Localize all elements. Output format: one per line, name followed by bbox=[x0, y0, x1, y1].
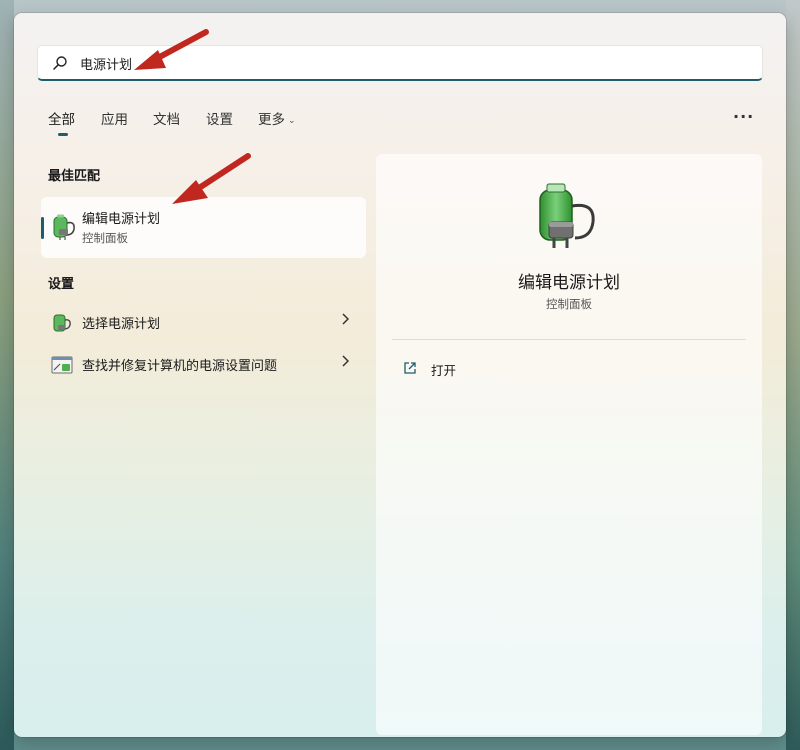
settings-result-label: 选择电源计划 bbox=[82, 317, 161, 332]
active-tab-indicator bbox=[58, 133, 68, 136]
detail-divider bbox=[392, 339, 746, 340]
troubleshoot-icon bbox=[51, 356, 73, 374]
settings-result-label: 查找并修复计算机的电源设置问题 bbox=[82, 359, 278, 374]
best-match-result[interactable]: 编辑电源计划 控制面板 bbox=[41, 197, 366, 258]
more-options-button[interactable]: ··· bbox=[733, 107, 754, 126]
detail-subtitle: 控制面板 bbox=[546, 297, 592, 311]
selection-indicator bbox=[41, 217, 44, 239]
desktop-background-left bbox=[0, 0, 14, 750]
best-match-heading: 最佳匹配 bbox=[48, 169, 101, 184]
settings-heading: 设置 bbox=[48, 277, 75, 292]
search-query-text: 电源计划 bbox=[80, 58, 133, 73]
tab-all[interactable]: 全部 bbox=[48, 108, 75, 128]
chevron-down-icon: ⌄ bbox=[288, 116, 296, 126]
open-external-icon bbox=[404, 362, 416, 374]
battery-plug-icon bbox=[53, 314, 71, 332]
best-match-subtitle: 控制面板 bbox=[82, 231, 128, 245]
detail-title: 编辑电源计划 bbox=[518, 273, 620, 293]
settings-result-troubleshoot-power[interactable]: 查找并修复计算机的电源设置问题 bbox=[41, 345, 366, 383]
open-action-label: 打开 bbox=[431, 363, 457, 378]
battery-plug-icon bbox=[53, 214, 75, 240]
search-icon bbox=[53, 56, 67, 70]
chevron-right-icon bbox=[342, 313, 349, 325]
desktop-background-right bbox=[786, 0, 800, 750]
tab-apps[interactable]: 应用 bbox=[101, 108, 128, 128]
search-input[interactable]: 电源计划 bbox=[37, 45, 763, 81]
tab-documents[interactable]: 文档 bbox=[153, 108, 180, 128]
tab-settings[interactable]: 设置 bbox=[206, 108, 233, 128]
tab-more[interactable]: 更多 ⌄ bbox=[258, 108, 296, 128]
battery-plug-icon bbox=[539, 183, 595, 248]
best-match-title: 编辑电源计划 bbox=[82, 212, 161, 227]
result-detail-pane: 编辑电源计划 控制面板 打开 bbox=[376, 154, 762, 735]
chevron-right-icon bbox=[342, 355, 349, 367]
search-panel: 电源计划 全部 应用 文档 设置 更多 ⌄ ··· 最佳匹配 编辑电源计划 控制面… bbox=[14, 13, 786, 737]
tab-more-label: 更多 bbox=[258, 112, 285, 128]
settings-result-choose-power-plan[interactable]: 选择电源计划 bbox=[41, 303, 366, 341]
